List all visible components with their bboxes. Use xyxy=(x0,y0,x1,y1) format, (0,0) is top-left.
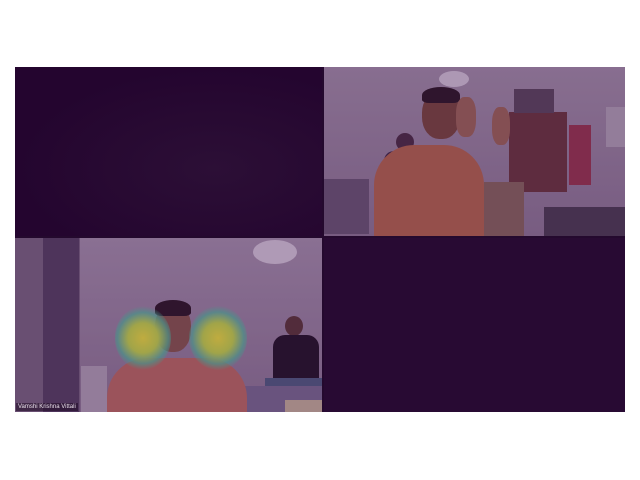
participant-tile-1[interactable] xyxy=(15,67,322,236)
box-on-wardrobe xyxy=(514,89,554,113)
participant-tile-4[interactable] xyxy=(324,238,625,412)
ceiling-light xyxy=(253,240,297,264)
right-hand xyxy=(492,107,510,145)
chair xyxy=(484,182,524,236)
dark-video-feed xyxy=(324,238,625,412)
background-person-body xyxy=(273,335,319,381)
participant-tile-3[interactable]: Vamshi Krishna Vittali xyxy=(15,238,322,412)
curtain xyxy=(43,238,79,412)
desk xyxy=(285,400,322,412)
participant-tile-2[interactable] xyxy=(324,67,625,236)
radiator xyxy=(81,366,107,412)
person-torso xyxy=(374,145,484,236)
right-hand-tracking-glow xyxy=(189,306,247,370)
person-hair xyxy=(422,87,460,103)
background-person-head xyxy=(285,316,303,336)
participant-name-label: Vamshi Krishna Vittali xyxy=(16,403,78,411)
dark-video-feed xyxy=(15,67,322,236)
bed xyxy=(324,179,369,234)
wardrobe xyxy=(509,112,567,192)
left-hand-tracking-glow xyxy=(115,306,171,370)
video-call-grid: Vamshi Krishna Vittali xyxy=(15,67,625,412)
left-hand xyxy=(456,97,476,137)
red-suitcase xyxy=(569,125,591,185)
desk xyxy=(544,207,625,236)
ceiling-light xyxy=(439,71,469,87)
shelf xyxy=(606,107,625,147)
